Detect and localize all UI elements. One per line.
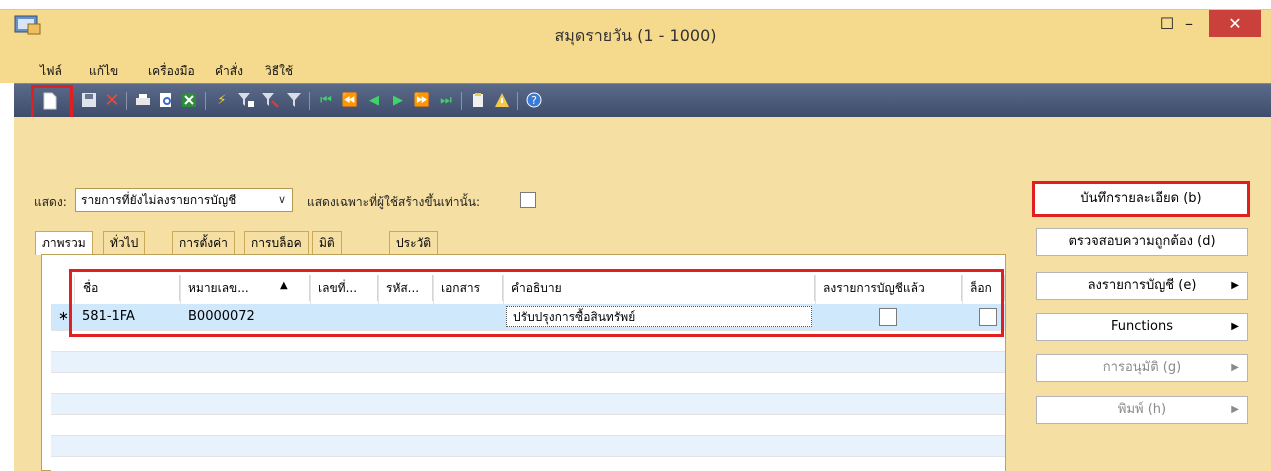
validate-button[interactable]: ตรวจสอบความถูกต้อง (d) [1036,228,1248,256]
submenu-arrow-icon: ▶ [1231,404,1239,415]
svg-text:?: ? [531,94,537,107]
help-icon[interactable]: ? [525,92,543,110]
advanced-filter-icon[interactable] [261,92,279,110]
first-record-icon[interactable]: ⏮ [317,92,335,110]
menu-command[interactable]: คำสั่ง [215,62,243,81]
record-details-button[interactable]: บันทึกรายละเอียด (b) [1032,181,1250,217]
new-document-icon[interactable] [41,92,59,110]
toolbar [14,83,1271,117]
tab-dimension[interactable]: มิติ [312,231,342,254]
tab-history[interactable]: ประวัติ [389,231,439,254]
show-label: แสดง: [34,195,67,209]
filter-by-selection-icon[interactable]: ⚡ [213,92,231,110]
print-preview-icon[interactable] [157,92,175,110]
table-row[interactable] [51,351,1005,372]
table-row[interactable] [51,393,1005,414]
last-record-icon[interactable]: ⏭ [437,92,455,110]
previous-page-icon[interactable]: ⏪ [341,92,359,110]
window-title: สมุดรายวัน (1 - 1000) [554,26,717,45]
post-button-label: ลงรายการบัญชี (e) [1087,278,1197,293]
next-page-icon[interactable]: ⏩ [413,92,431,110]
excel-icon[interactable] [180,92,198,110]
menu-file[interactable]: ไฟล์ [40,62,62,81]
submenu-arrow-icon: ▶ [1231,321,1239,332]
new-row-marker: ∗ [58,309,69,324]
menu-bar: ไฟล์ แก้ไข เครื่องมือ คำสั่ง วิธีใช้ [0,55,1271,83]
print-button-label: พิมพ์ (h) [1117,402,1167,417]
toolbar-separator [126,92,127,110]
tab-setup[interactable]: การตั้งค่า [172,231,235,254]
alert-icon[interactable] [493,92,511,110]
delete-icon[interactable]: ✕ [103,92,121,110]
table-row[interactable] [51,414,1005,435]
approval-button-label: การอนุมัติ (g) [1102,360,1182,375]
document-handling-icon[interactable] [469,92,487,110]
toolbar-separator [517,92,518,110]
save-icon[interactable] [80,92,98,110]
previous-record-icon[interactable]: ◀ [365,92,383,110]
tab-general[interactable]: ทั่วไป [103,231,146,254]
submenu-arrow-icon: ▶ [1231,362,1239,373]
table-row[interactable] [51,372,1005,393]
grid-highlight [69,269,1004,337]
close-button[interactable]: ✕ [1209,10,1261,37]
functions-button[interactable]: Functions ▶ [1036,313,1248,341]
menu-tools[interactable]: เครื่องมือ [148,62,195,81]
toolbar-separator [205,92,206,110]
toolbar-separator [461,92,462,110]
next-record-icon[interactable]: ▶ [389,92,407,110]
functions-button-label: Functions [1110,319,1174,334]
title-bar: สมุดรายวัน (1 - 1000) – ☐ ✕ [0,9,1271,55]
chevron-down-icon[interactable]: ∨ [271,188,293,212]
submenu-arrow-icon: ▶ [1231,280,1239,291]
show-filter-select[interactable]: รายการที่ยังไม่ลงรายการบัญชี [75,188,293,212]
table-row[interactable] [51,435,1005,456]
print-icon[interactable] [134,92,152,110]
only-mine-label: แสดงเฉพาะที่ผู้ใช้สร้างขึ้นเท่านั้น: [307,195,480,209]
menu-help[interactable]: วิธีใช้ [265,62,293,81]
filter-by-grid-icon[interactable] [237,92,255,110]
clear-filter-icon[interactable] [285,92,303,110]
table-row[interactable] [51,456,1005,471]
toolbar-separator [309,92,310,110]
approval-button[interactable]: การอนุมัติ (g) ▶ [1036,354,1248,382]
print-button[interactable]: พิมพ์ (h) ▶ [1036,396,1248,424]
post-button[interactable]: ลงรายการบัญชี (e) ▶ [1036,272,1248,300]
tab-overview[interactable]: ภาพรวม [35,231,93,255]
tab-blocking[interactable]: การบล็อค [244,231,309,254]
maximize-button[interactable]: ☐ [1151,10,1183,37]
menu-edit[interactable]: แก้ไข [89,62,118,81]
only-mine-checkbox[interactable] [520,192,536,208]
